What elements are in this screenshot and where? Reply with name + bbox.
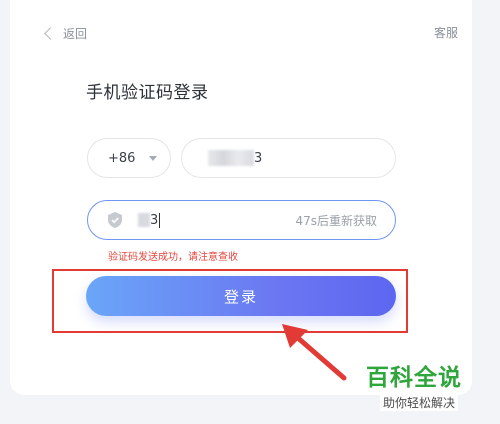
phone-number-input[interactable]: 3 bbox=[181, 138, 396, 178]
pointer-arrow-icon bbox=[282, 324, 347, 381]
back-button[interactable]: 返回 bbox=[44, 24, 88, 42]
sent-success-message: 验证码发送成功，请注意查收 bbox=[108, 252, 238, 263]
page-title: 手机验证码登录 bbox=[86, 83, 209, 103]
watermark-subtitle: 助你轻松解决 bbox=[380, 394, 459, 411]
country-code-value: +86 bbox=[108, 150, 136, 166]
back-label: 返回 bbox=[63, 26, 88, 41]
caret-down-icon bbox=[149, 155, 158, 161]
login-card: 返回 客服 bbox=[10, 0, 472, 395]
phone-number-value: 3 bbox=[254, 150, 263, 166]
watermark: 百科全说 助你轻松解决 bbox=[366, 358, 496, 411]
blurred-phone-digits bbox=[208, 150, 254, 166]
chevron-left-icon bbox=[44, 26, 57, 40]
blurred-code-digits bbox=[138, 213, 150, 227]
country-code-select[interactable]: +86 bbox=[87, 138, 171, 178]
shield-icon bbox=[108, 212, 122, 228]
customer-service-link[interactable]: 客服 bbox=[434, 24, 458, 41]
verification-code-value: 3 bbox=[150, 212, 161, 228]
watermark-title: 百科全说 bbox=[366, 365, 462, 391]
resend-code-link[interactable]: 47s后重新获取 bbox=[295, 212, 377, 229]
verification-code-input[interactable]: 3 47s后重新获取 bbox=[87, 200, 396, 240]
